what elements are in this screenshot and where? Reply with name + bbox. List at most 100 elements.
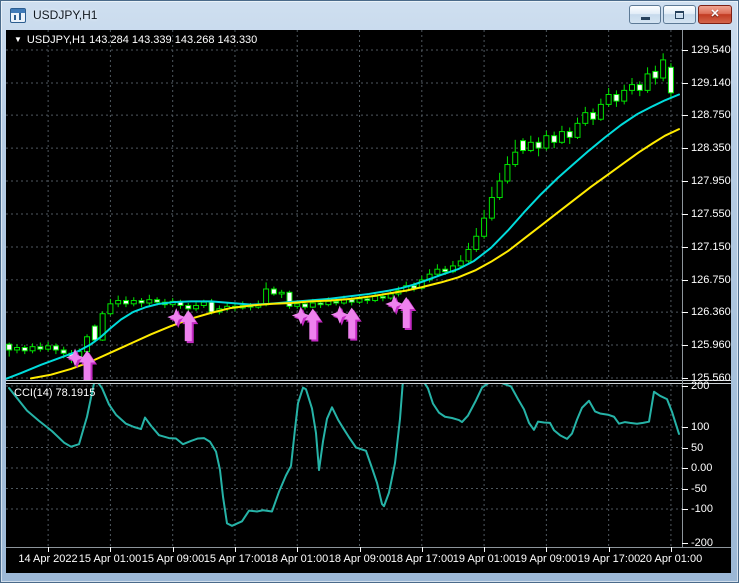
candle	[605, 87, 612, 107]
chart-info-line: ▼ USDJPY,H1 143.284 143.339 143.268 143.3…	[14, 34, 257, 46]
candle	[512, 139, 519, 168]
time-axis-tick	[422, 547, 423, 552]
price-axis-tick	[682, 115, 688, 116]
cci-tick-label: 50	[691, 442, 704, 454]
cci-axis-tick	[682, 468, 688, 469]
candle	[465, 242, 472, 263]
cci-axis-tick	[682, 448, 688, 449]
minimize-button[interactable]	[629, 5, 661, 24]
candle	[551, 131, 558, 149]
cci-tick-label: 100	[691, 421, 710, 433]
price-tick-label: 129.140	[691, 77, 731, 89]
candle	[146, 294, 153, 306]
candle	[629, 78, 635, 95]
candle	[45, 341, 52, 352]
cci-axis-tick	[682, 386, 688, 387]
candle	[138, 298, 145, 308]
time-axis-tick	[360, 547, 361, 552]
price-chart-pane[interactable]	[6, 30, 682, 380]
time-axis-tick	[297, 547, 298, 552]
restore-button[interactable]	[663, 5, 696, 24]
candle	[488, 186, 495, 221]
window-title: USDJPY,H1	[33, 8, 98, 22]
cci-axis-tick	[682, 543, 688, 544]
candle	[621, 84, 628, 105]
cci-indicator-label: CCI(14) 78.1915	[14, 387, 96, 399]
price-tick-label: 126.750	[691, 274, 731, 286]
close-icon: ✕	[710, 8, 720, 20]
cci-axis-tick	[682, 509, 688, 510]
candle	[543, 130, 550, 151]
main-grid	[6, 30, 682, 380]
chart-window-icon	[10, 8, 26, 23]
candle	[21, 345, 28, 355]
price-axis-tick	[682, 83, 688, 84]
candle	[636, 81, 643, 97]
chart-window: USDJPY,H1 ✕ ▼ USDJPY,H1 143.284 143.339 1…	[0, 0, 739, 583]
time-tick-label: 15 Apr 09:00	[141, 553, 205, 565]
candle	[566, 127, 573, 144]
cci-indicator-pane[interactable]	[6, 384, 682, 547]
price-axis-tick	[682, 148, 688, 149]
time-axis-tick	[173, 547, 174, 552]
chart-dropdown-icon[interactable]: ▼	[14, 35, 22, 44]
price-tick-label: 128.750	[691, 109, 731, 121]
candle	[527, 135, 534, 153]
candle	[6, 342, 13, 357]
candle	[29, 343, 36, 354]
cci-axis-tick	[682, 427, 688, 428]
time-axis-tick	[110, 547, 111, 552]
price-tick-label: 126.360	[691, 306, 731, 318]
candle	[130, 297, 137, 307]
candle	[590, 108, 597, 125]
candle	[667, 63, 674, 100]
price-tick-label: 128.350	[691, 142, 731, 154]
price-axis-tick	[682, 181, 688, 182]
ohlc-text: USDJPY,H1 143.284 143.339 143.268 143.33…	[26, 34, 258, 46]
candle	[652, 65, 659, 85]
time-tick-label: 19 Apr 09:00	[514, 553, 578, 565]
time-axis-line	[6, 547, 731, 548]
candle	[263, 282, 270, 307]
price-tick-label: 129.540	[691, 44, 731, 56]
candle	[457, 255, 464, 268]
price-tick-label: 125.960	[691, 339, 731, 351]
time-axis-tick	[671, 547, 672, 552]
price-axis-tick	[682, 280, 688, 281]
candle	[115, 295, 122, 308]
candle	[496, 172, 503, 200]
time-tick-label: 19 Apr 17:00	[577, 553, 641, 565]
price-tick-label: 127.150	[691, 241, 731, 253]
time-tick-label: 18 Apr 01:00	[265, 553, 329, 565]
time-axis-tick	[48, 547, 49, 552]
buy-signal-arrow	[385, 294, 417, 330]
candle	[122, 296, 129, 308]
candle	[520, 138, 527, 154]
cci-tick-label: 0.00	[691, 462, 713, 474]
cci-tick-label: -50	[691, 483, 707, 495]
title-bar[interactable]: USDJPY,H1 ✕	[1, 1, 738, 30]
candle	[644, 67, 651, 93]
candle	[473, 228, 480, 252]
time-tick-label: 19 Apr 01:00	[452, 553, 516, 565]
time-tick-label: 20 Apr 01:00	[639, 553, 703, 565]
candle	[37, 342, 44, 352]
minimize-icon	[640, 16, 650, 20]
cci-line	[8, 384, 680, 527]
candle	[574, 117, 581, 140]
price-axis-tick	[682, 345, 688, 346]
candle	[107, 298, 114, 316]
time-tick-label: 18 Apr 17:00	[390, 553, 454, 565]
candle	[582, 106, 589, 126]
close-button[interactable]: ✕	[698, 5, 732, 24]
candle	[535, 137, 542, 157]
price-axis-tick	[682, 50, 688, 51]
candle	[278, 289, 285, 299]
time-tick-label: 14 Apr 2022	[18, 553, 78, 565]
time-axis-tick	[484, 547, 485, 552]
price-axis-tick	[682, 247, 688, 248]
candle	[613, 90, 620, 107]
candle	[504, 156, 511, 184]
cci-grid	[6, 384, 682, 547]
price-tick-label: 127.550	[691, 208, 731, 220]
